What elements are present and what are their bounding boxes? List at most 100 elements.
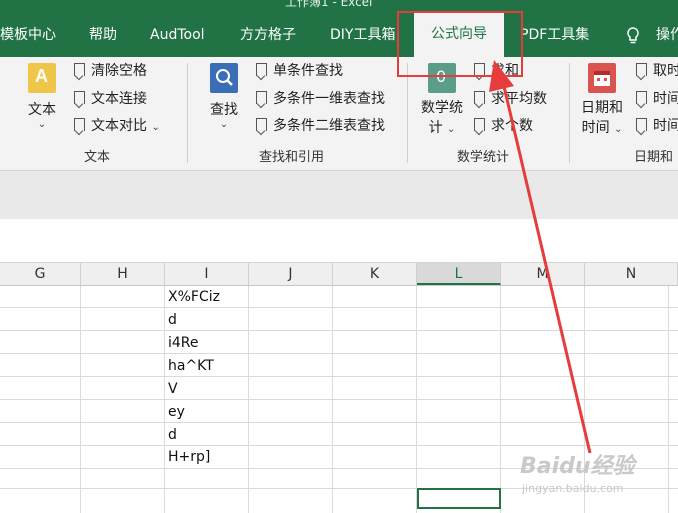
group-divider bbox=[187, 63, 188, 163]
bookmark-icon bbox=[74, 118, 85, 131]
grid-line bbox=[0, 376, 678, 377]
chevron-down-icon: ⌄ bbox=[37, 119, 47, 130]
date-time-label-line2: 时间 bbox=[581, 120, 610, 136]
bookmark-icon bbox=[74, 63, 85, 76]
column-header-j[interactable]: J bbox=[249, 263, 333, 285]
baidu-watermark-url: jingyan.baidu.com bbox=[522, 482, 624, 495]
title-bar: 工作簿1 - Excel bbox=[0, 0, 678, 13]
average-label: 求平均数 bbox=[491, 91, 547, 107]
cell-i-row-1[interactable]: X%FCiz bbox=[168, 286, 220, 308]
bookmark-icon bbox=[256, 63, 267, 76]
tab-formula-wizard[interactable]: 公式向导 bbox=[414, 13, 504, 57]
column-header-m[interactable]: M bbox=[501, 263, 585, 285]
tab-help[interactable]: 帮助 bbox=[89, 13, 117, 57]
text-button-label: 文本 bbox=[28, 102, 56, 118]
text-compare-item[interactable]: 文本对比 ⌄ bbox=[74, 114, 160, 138]
chevron-down-icon: ⌄ bbox=[219, 119, 229, 130]
group-label-text: 文本 bbox=[84, 150, 111, 165]
date-fetch-label: 取时 bbox=[653, 63, 678, 79]
time-item-1[interactable]: 时间 bbox=[636, 87, 678, 111]
chevron-down-icon: ⌄ bbox=[447, 124, 456, 135]
magnifier-book-icon bbox=[210, 63, 238, 93]
tab-diy-toolbox[interactable]: DIY工具箱 bbox=[330, 13, 395, 57]
cell-i-row-2[interactable]: d bbox=[168, 309, 177, 331]
grid-line bbox=[0, 445, 678, 446]
trim-spaces-item[interactable]: 清除空格 bbox=[74, 59, 147, 83]
bookmark-icon bbox=[256, 118, 267, 131]
bookmark-icon bbox=[474, 91, 485, 104]
sum-label: 求和 bbox=[491, 63, 519, 79]
math-stats-label-line2: 计 bbox=[428, 120, 443, 136]
tab-fangfang-gezi[interactable]: 方方格子 bbox=[240, 13, 296, 57]
date-time-label-line1: 日期和 bbox=[581, 100, 623, 116]
group-label-math: 数学统计 bbox=[457, 150, 510, 165]
number-zero-icon: 0 bbox=[428, 63, 456, 93]
math-stats-label-line1: 数学统 bbox=[421, 100, 463, 116]
lightbulb-icon[interactable] bbox=[626, 13, 640, 57]
multi-condition-1d-lookup-label: 多条件一维表查找 bbox=[273, 91, 385, 107]
multi-condition-2d-lookup-item[interactable]: 多条件二维表查找 bbox=[256, 114, 385, 138]
bookmark-icon bbox=[74, 91, 85, 104]
text-join-item[interactable]: 文本连接 bbox=[74, 87, 147, 111]
tab-pdf-tools[interactable]: PDF工具集 bbox=[520, 13, 589, 57]
time-item-2[interactable]: 时间 bbox=[636, 114, 678, 138]
grid-line bbox=[0, 330, 678, 331]
sum-item[interactable]: 求和 bbox=[474, 59, 519, 83]
chevron-down-icon: ⌄ bbox=[614, 124, 623, 135]
group-divider bbox=[569, 63, 570, 163]
cell-i-row-7[interactable]: d bbox=[168, 424, 177, 446]
lookup-button[interactable]: 查找 ⌄ bbox=[206, 63, 242, 130]
average-item[interactable]: 求平均数 bbox=[474, 87, 547, 111]
column-header-i[interactable]: I bbox=[165, 263, 249, 285]
grid-line bbox=[0, 353, 678, 354]
column-header-h[interactable]: H bbox=[81, 263, 165, 285]
formula-bar[interactable] bbox=[0, 171, 678, 219]
bookmark-icon bbox=[256, 91, 267, 104]
sheet-top-area bbox=[0, 219, 678, 263]
cell-i-row-6[interactable]: ey bbox=[168, 401, 185, 423]
trim-spaces-label: 清除空格 bbox=[91, 63, 147, 79]
chevron-down-icon: ⌄ bbox=[151, 122, 160, 133]
time-item-1-label: 时间 bbox=[653, 91, 678, 107]
tab-tell-me[interactable]: 操作 bbox=[656, 13, 678, 57]
grid-line bbox=[0, 422, 678, 423]
ribbon-tab-bar: 模板中心 帮助 AudTool 方方格子 DIY工具箱 公式向导 PDF工具集 … bbox=[0, 13, 678, 57]
text-a-icon: A bbox=[28, 63, 56, 93]
bookmark-icon bbox=[474, 63, 485, 76]
ribbon-panel: A 文本 ⌄ 清除空格 文本连接 文本对比 ⌄ 文本 查找 ⌄ 单条件查找 多条… bbox=[0, 57, 678, 171]
column-header-l[interactable]: L bbox=[417, 263, 501, 285]
bookmark-icon bbox=[636, 63, 647, 76]
column-header-g[interactable]: G bbox=[0, 263, 81, 285]
bookmark-icon bbox=[636, 91, 647, 104]
baidu-watermark-logo: Baidu经验 bbox=[520, 454, 635, 479]
window-title: 工作簿1 - Excel bbox=[285, 0, 373, 9]
time-item-2-label: 时间 bbox=[653, 118, 678, 134]
group-label-date: 日期和 bbox=[634, 150, 674, 165]
text-button[interactable]: A 文本 ⌄ bbox=[24, 63, 60, 130]
single-condition-lookup-item[interactable]: 单条件查找 bbox=[256, 59, 343, 83]
cell-i-row-3[interactable]: i4Re bbox=[168, 332, 199, 354]
count-item[interactable]: 求个数 bbox=[474, 114, 533, 138]
grid-line bbox=[0, 307, 678, 308]
count-label: 求个数 bbox=[491, 118, 533, 134]
column-header-n[interactable]: N bbox=[585, 263, 678, 285]
tab-template-center[interactable]: 模板中心 bbox=[0, 13, 56, 57]
cell-i-row-8[interactable]: H+rp] bbox=[168, 446, 210, 468]
cell-i-row-4[interactable]: ha^KT bbox=[168, 355, 214, 377]
cell-i-row-5[interactable]: V bbox=[168, 378, 178, 400]
single-condition-lookup-label: 单条件查找 bbox=[273, 63, 343, 79]
lookup-button-label: 查找 bbox=[210, 102, 238, 118]
active-cell-selection[interactable] bbox=[417, 488, 501, 509]
bookmark-icon bbox=[474, 118, 485, 131]
tab-audtool[interactable]: AudTool bbox=[150, 13, 205, 57]
math-stats-button[interactable]: 0 数学统 计 ⌄ bbox=[418, 63, 466, 137]
group-label-lookup: 查找和引用 bbox=[259, 150, 325, 165]
calendar-icon bbox=[588, 63, 616, 93]
column-header-k[interactable]: K bbox=[333, 263, 417, 285]
date-fetch-item[interactable]: 取时 bbox=[636, 59, 678, 83]
date-time-button[interactable]: 日期和 时间 ⌄ bbox=[578, 63, 626, 137]
multi-condition-2d-lookup-label: 多条件二维表查找 bbox=[273, 118, 385, 134]
grid-line bbox=[0, 399, 678, 400]
multi-condition-1d-lookup-item[interactable]: 多条件一维表查找 bbox=[256, 87, 385, 111]
group-divider bbox=[407, 63, 408, 163]
